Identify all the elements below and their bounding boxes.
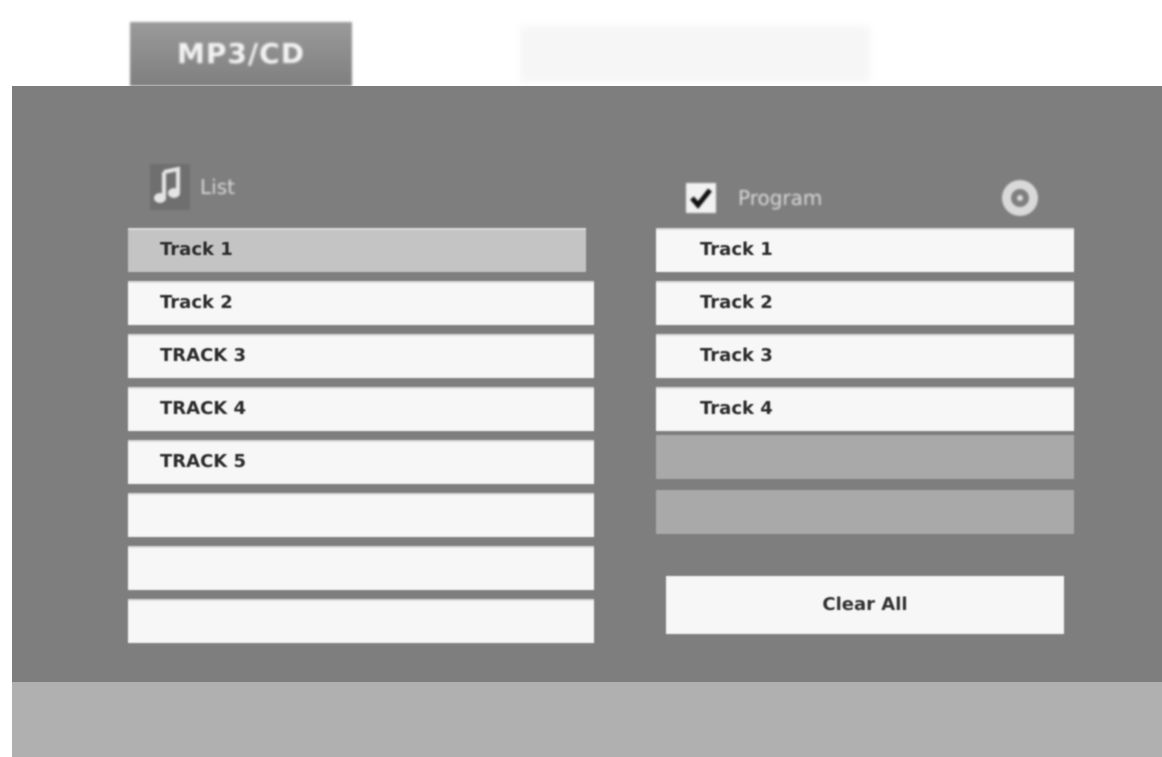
program-item-1[interactable]: Track 1 [656,228,1074,272]
checkbox-checked-icon[interactable] [686,183,716,213]
list-item-2[interactable]: Track 2 [128,281,594,325]
list-header-label: List [200,175,235,199]
program-item-4[interactable]: Track 4 [656,387,1074,431]
program-item-3[interactable]: Track 3 [656,334,1074,378]
list-header: List [148,162,235,212]
music-note-icon [150,164,190,210]
program-header: Program [686,178,822,218]
list-item-5[interactable]: TRACK 5 [128,440,594,484]
status-bar [12,682,1162,757]
program-item-2[interactable]: Track 2 [656,281,1074,325]
list-item-1[interactable]: Track 1 [128,228,586,272]
program-item-5[interactable] [656,435,1074,479]
list-item-4[interactable]: TRACK 4 [128,387,594,431]
program-header-label: Program [738,186,823,210]
list-item-6[interactable] [128,493,594,537]
list-item-3[interactable]: TRACK 3 [128,334,594,378]
inactive-tab-area [520,26,870,82]
mp3-cd-program-screen: MP3/CD List Program Track 1 Track 2 TRAC… [0,0,1162,757]
list-item-8[interactable] [128,599,594,643]
program-item-6[interactable] [656,490,1074,534]
tab-mp3-cd[interactable]: MP3/CD [130,22,352,86]
clear-all-button[interactable]: Clear All [666,576,1064,634]
list-item-7[interactable] [128,546,594,590]
disc-icon [1002,180,1038,216]
